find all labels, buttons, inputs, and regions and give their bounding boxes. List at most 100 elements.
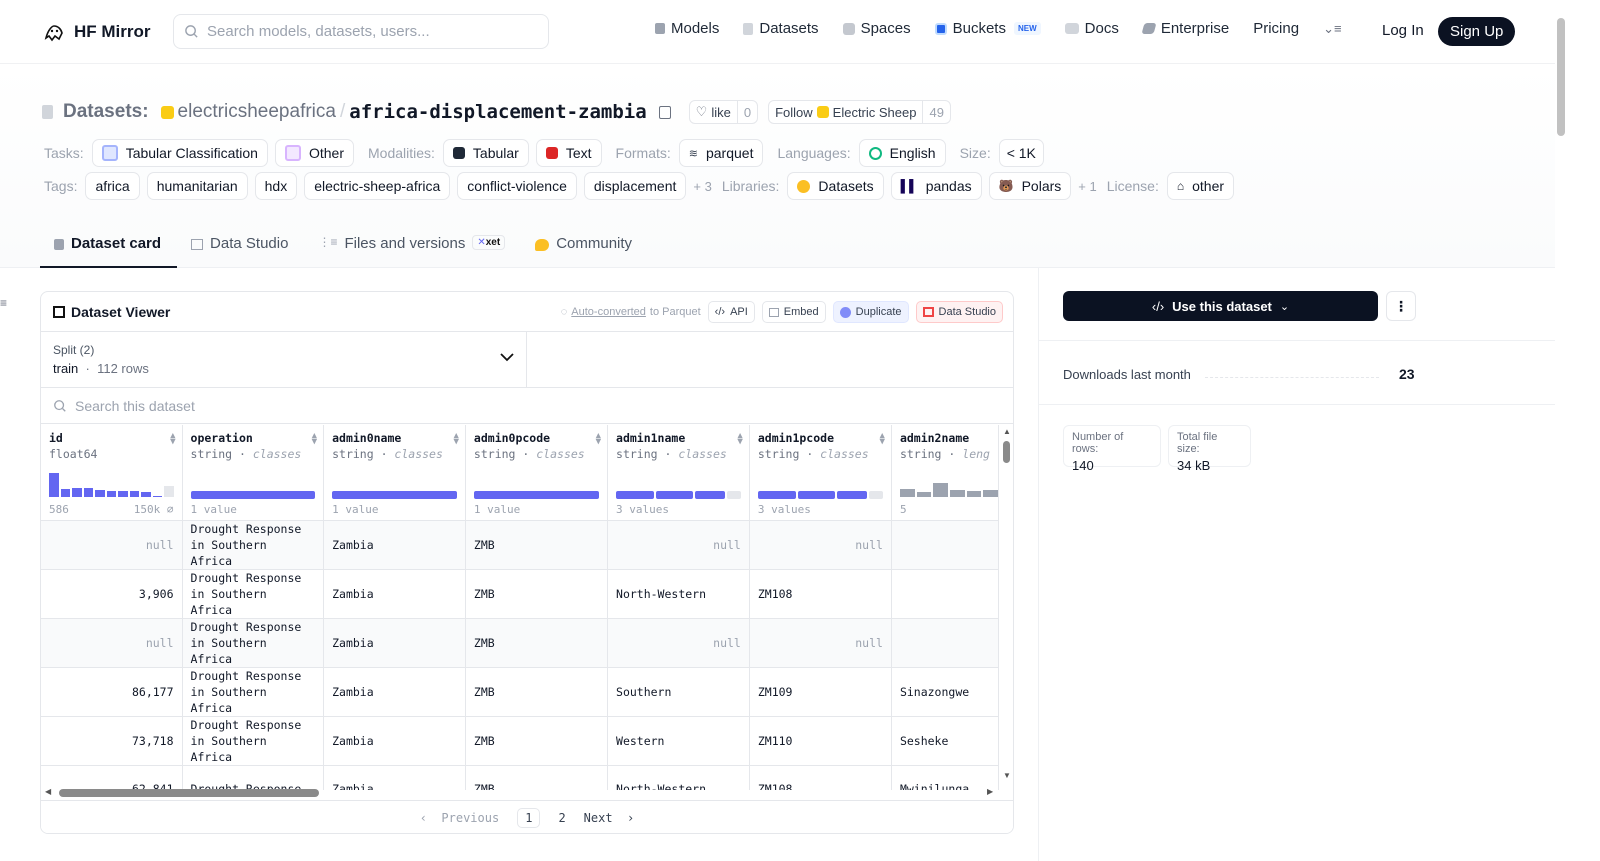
sort-icon[interactable]: ▲ ▼ xyxy=(596,432,601,447)
nav-pricing[interactable]: Pricing xyxy=(1253,20,1299,37)
cell-admin0pcode: ZMB xyxy=(465,569,609,619)
duplicate-button[interactable]: Duplicate xyxy=(832,301,909,323)
nav-docs[interactable]: Docs xyxy=(1064,20,1119,37)
nav-spaces[interactable]: Spaces xyxy=(842,20,911,37)
column-header-operation[interactable]: operation string · classes ▲ ▼ 1 value xyxy=(182,425,325,521)
top-navigation: HF Mirror Search models, datasets, users… xyxy=(0,0,1568,64)
sort-icon[interactable]: ▲ ▼ xyxy=(454,432,459,447)
scroll-left-icon[interactable]: ◀ xyxy=(45,787,51,796)
tag-conflict-violence[interactable]: conflict-violence xyxy=(457,172,577,200)
dataset-viewer: Dataset Viewer ◌ Auto-converted to Parquet… xyxy=(40,291,1014,834)
pagination: ‹ Previous 1 2 Next › xyxy=(41,800,1013,833)
sort-icon[interactable]: ▲ ▼ xyxy=(737,432,742,447)
dataset-search-input[interactable]: Search this dataset xyxy=(41,388,1013,424)
column-header-id[interactable]: id float64 ▲ ▼ 586 150k ⌀ xyxy=(41,425,183,521)
table-row[interactable]: null Drought Response in Southern Africa… xyxy=(41,618,999,668)
auto-converted-link[interactable]: Auto-converted xyxy=(571,306,646,318)
scroll-thumb[interactable] xyxy=(59,789,319,797)
libraries-more[interactable]: + 1 xyxy=(1078,179,1096,194)
tag-modality-tabular[interactable]: Tabular xyxy=(442,139,529,167)
database-icon xyxy=(42,105,53,119)
table-row[interactable]: 86,177 Drought Response in Southern Afri… xyxy=(41,667,999,717)
sort-icon[interactable]: ▲ ▼ xyxy=(312,432,317,447)
scroll-down-icon[interactable]: ▼ xyxy=(1003,771,1011,780)
nav-buckets[interactable]: Buckets NEW xyxy=(934,20,1041,37)
sort-icon[interactable]: ▲ ▼ xyxy=(170,432,175,447)
stat-values: 1 value xyxy=(473,503,521,516)
copy-icon[interactable] xyxy=(658,105,671,119)
column-header-admin1pcode[interactable]: admin1pcode string · classes ▲ ▼ 3 values xyxy=(749,425,892,521)
embed-button[interactable]: Embed xyxy=(761,301,826,323)
column-type: float64 xyxy=(49,447,98,461)
tag-modality-text[interactable]: Text xyxy=(535,139,602,167)
tag-size[interactable]: < 1K xyxy=(998,139,1044,167)
polars-icon: 🐻 xyxy=(998,179,1014,193)
column-header-admin1name[interactable]: admin1name string · classes ▲ ▼ 3 values xyxy=(607,425,750,521)
brand-logo[interactable]: HF Mirror xyxy=(42,20,151,44)
use-this-dataset-button[interactable]: ‹/› Use this dataset ⌄ xyxy=(1063,291,1378,321)
cube-icon xyxy=(54,239,64,250)
scroll-right-icon[interactable]: ▶ xyxy=(987,787,993,796)
tag-task-tabular-classification[interactable]: Tabular Classification xyxy=(91,139,268,167)
follow-button[interactable]: Follow Electric Sheep 49 xyxy=(768,100,951,124)
tags-more[interactable]: + 3 xyxy=(693,179,711,194)
next-page-button[interactable]: Next › xyxy=(584,811,635,825)
table-row[interactable]: 3,906 Drought Response in Southern Afric… xyxy=(41,569,999,619)
tab-community[interactable]: Community xyxy=(521,231,648,268)
column-name: operation xyxy=(190,431,253,445)
tag-language-english[interactable]: English xyxy=(858,139,946,167)
tag-library-polars[interactable]: 🐻 Polars xyxy=(988,172,1072,200)
column-header-admin2name[interactable]: admin2name string · leng 5 xyxy=(891,425,999,521)
vertical-scrollbar[interactable]: ▲ ▼ xyxy=(1001,425,1013,787)
tag-displacement[interactable]: displacement xyxy=(583,172,687,200)
nav-enterprise[interactable]: Enterprise xyxy=(1141,20,1229,37)
cell-admin1name: Southern xyxy=(607,667,750,717)
tag-africa[interactable]: africa xyxy=(85,172,140,200)
login-link[interactable]: Log In xyxy=(1382,22,1424,39)
cell-id: null xyxy=(41,520,183,570)
right-sidebar: ‹/› Use this dataset ⌄ ⋮ Downloads last … xyxy=(1038,268,1556,861)
repo-name[interactable]: africa-displacement-zambia xyxy=(349,101,646,123)
cell-admin0name: Zambia xyxy=(323,569,466,619)
tag-task-other[interactable]: Other xyxy=(274,139,354,167)
column-header-admin0pcode[interactable]: admin0pcode string · classes ▲ ▼ 1 value xyxy=(465,425,609,521)
cell-admin2name xyxy=(891,618,999,668)
signup-button[interactable]: Sign Up xyxy=(1438,17,1516,46)
sort-icon[interactable]: ▲ ▼ xyxy=(880,432,885,447)
page-1-button[interactable]: 1 xyxy=(517,807,541,828)
table-row[interactable]: null Drought Response in Southern Africa… xyxy=(41,520,999,570)
nav-datasets[interactable]: Datasets xyxy=(743,20,819,37)
column-header-admin0name[interactable]: admin0name string · classes ▲ ▼ 1 value xyxy=(323,425,466,521)
page-2-button[interactable]: 2 xyxy=(558,811,565,825)
tab-data-studio[interactable]: Data Studio xyxy=(177,231,304,268)
sidebar-toggle-icon[interactable]: ≡ xyxy=(0,296,7,310)
nav-more-menu[interactable]: ⌄≡ xyxy=(1323,21,1341,37)
previous-page-button[interactable]: ‹ Previous xyxy=(420,811,499,825)
page-scroll-thumb[interactable] xyxy=(1557,18,1565,136)
stat-values: 1 value xyxy=(190,503,237,516)
cell-admin2name: Sesheke xyxy=(891,716,999,766)
global-search-input[interactable]: Search models, datasets, users... xyxy=(173,14,549,49)
nav-models[interactable]: Models xyxy=(655,20,719,37)
horizontal-scrollbar[interactable]: ◀ ▶ xyxy=(41,787,999,799)
tab-dataset-card[interactable]: Dataset card xyxy=(40,231,178,268)
tab-label: Files and versions xyxy=(344,235,466,252)
tag-label: < 1K xyxy=(1006,145,1036,161)
table-row[interactable]: 73,718 Drought Response in Southern Afri… xyxy=(41,716,999,766)
tag-format-parquet[interactable]: ≋ parquet xyxy=(678,139,764,167)
api-button[interactable]: ‹/› API xyxy=(707,301,755,323)
scroll-thumb[interactable] xyxy=(1003,441,1010,463)
tag-electric-sheep-africa[interactable]: electric-sheep-africa xyxy=(304,172,451,200)
scroll-up-icon[interactable]: ▲ xyxy=(1003,427,1011,436)
tag-library-datasets[interactable]: Datasets xyxy=(787,172,884,200)
like-button[interactable]: ♡ like 0 xyxy=(688,100,759,124)
owner-link[interactable]: electricsheepafrica xyxy=(178,101,336,123)
tag-humanitarian[interactable]: humanitarian xyxy=(146,172,248,200)
tag-license-other[interactable]: ⌂ other xyxy=(1166,172,1235,200)
tab-files-and-versions[interactable]: ⋮≡ Files and versions ✕xet xyxy=(304,231,521,268)
more-options-button[interactable]: ⋮ xyxy=(1386,291,1416,321)
data-studio-button[interactable]: Data Studio xyxy=(915,301,1003,323)
tag-library-pandas[interactable]: ▌▌ pandas xyxy=(890,172,982,200)
split-selector[interactable]: Split (2) train · 112 rows xyxy=(41,332,527,388)
tag-hdx[interactable]: hdx xyxy=(254,172,298,200)
